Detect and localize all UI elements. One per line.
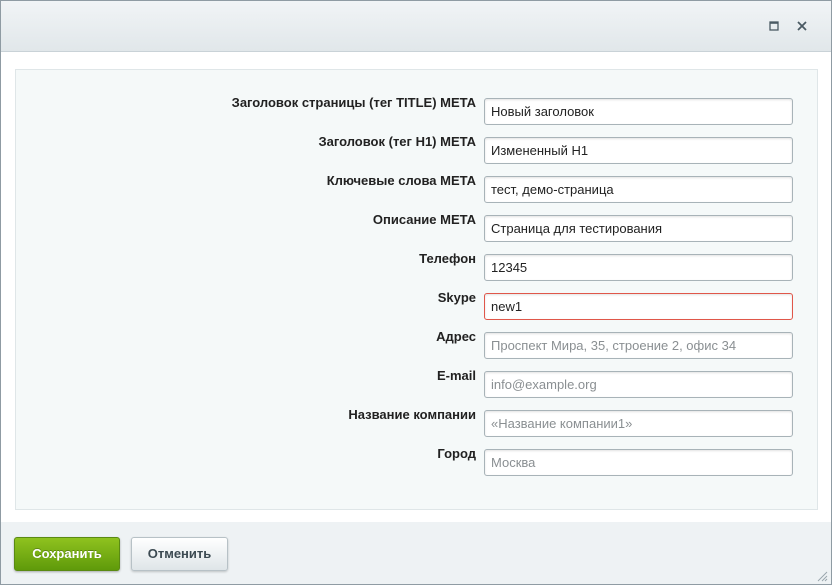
save-button[interactable]: Сохранить [14,537,120,571]
city-input[interactable] [484,449,793,476]
form-row-description: Описание META [16,209,819,242]
address-input[interactable] [484,332,793,359]
dialog-titlebar[interactable] [1,1,831,52]
field-label: Заголовок страницы (тег TITLE) META [231,95,476,110]
field-label: Skype [437,290,476,305]
form-row-keywords: Ключевые слова META [16,170,819,203]
field-label: E-mail [436,368,476,383]
maximize-icon[interactable] [766,18,782,34]
form-row-company: Название компании [16,404,819,437]
dialog-content: Заголовок страницы (тег TITLE) META Заго… [1,52,831,522]
email-input[interactable] [484,371,793,398]
company-name-input[interactable] [484,410,793,437]
form-row-h1: Заголовок (тег H1) META [16,131,819,164]
meta-description-input[interactable] [484,215,793,242]
field-label: Название компании [348,407,476,422]
edit-dialog: Заголовок страницы (тег TITLE) META Заго… [0,0,832,585]
field-label: Заголовок (тег H1) META [318,134,476,149]
phone-input[interactable] [484,254,793,281]
dialog-footer: Сохранить Отменить [1,522,831,584]
field-label: Адрес [436,329,476,344]
form-row-title: Заголовок страницы (тег TITLE) META [16,92,819,125]
field-label: Описание META [372,212,476,227]
form-row-skype: Skype [16,287,819,320]
form-row-address: Адрес [16,326,819,359]
meta-h1-input[interactable] [484,137,793,164]
form-row-city: Город [16,443,819,476]
meta-title-input[interactable] [484,98,793,125]
meta-keywords-input[interactable] [484,176,793,203]
cancel-button[interactable]: Отменить [131,537,228,571]
form-row-email: E-mail [16,365,819,398]
resize-grip-icon[interactable] [816,569,828,582]
field-label: Город [437,446,476,461]
skype-input[interactable] [484,293,793,320]
form-row-phone: Телефон [16,248,819,281]
field-label: Телефон [419,251,476,266]
close-icon[interactable] [794,18,810,34]
field-label: Ключевые слова META [326,173,476,188]
form-panel: Заголовок страницы (тег TITLE) META Заго… [15,69,818,510]
